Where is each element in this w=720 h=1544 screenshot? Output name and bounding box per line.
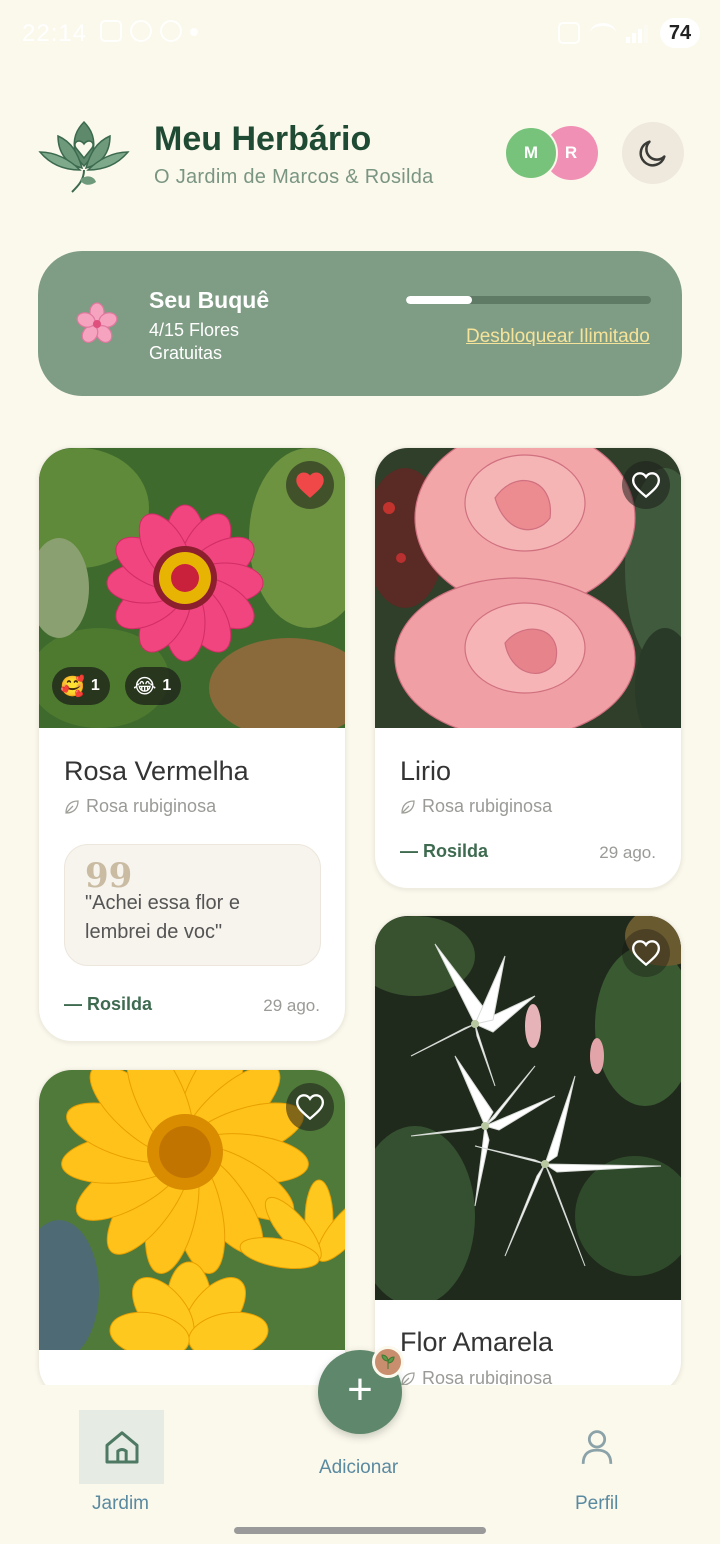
flower-date: 29 ago. bbox=[263, 996, 320, 1015]
home-icon bbox=[105, 1431, 138, 1464]
nav-home-label[interactable]: Jardim bbox=[92, 1493, 149, 1515]
heart-icon bbox=[296, 1094, 324, 1120]
reaction-count: 1 bbox=[90, 677, 100, 694]
nav-profile-label[interactable]: Perfil bbox=[575, 1493, 618, 1515]
heart-icon bbox=[632, 940, 660, 966]
reaction-emoji: 😂 bbox=[133, 675, 157, 698]
flower-card[interactable] bbox=[38, 1069, 346, 1399]
avatar-marcos[interactable]: M bbox=[504, 126, 558, 180]
plant-badge-icon bbox=[372, 1346, 404, 1378]
favorite-button[interactable] bbox=[622, 461, 670, 509]
sakura-icon bbox=[76, 302, 118, 343]
battery-indicator: 74 bbox=[660, 18, 700, 48]
person-icon[interactable] bbox=[578, 1427, 616, 1467]
heart-icon bbox=[296, 472, 324, 498]
couple-avatars[interactable]: R M bbox=[504, 126, 604, 180]
favorite-button[interactable] bbox=[622, 929, 670, 977]
reaction-chip[interactable]: 😂 1 bbox=[125, 667, 182, 705]
nav-home-button[interactable] bbox=[79, 1410, 164, 1484]
lotus-logo-icon bbox=[38, 120, 130, 193]
notification-icons bbox=[100, 20, 198, 42]
reaction-emoji: 🥰 bbox=[60, 675, 85, 698]
flower-author: — Rosilda bbox=[64, 994, 153, 1014]
status-time: 22:14 bbox=[22, 20, 88, 47]
unlock-unlimited-link[interactable]: Desbloquear Ilimitado bbox=[466, 326, 650, 348]
leaf-icon bbox=[401, 799, 415, 814]
status-bar: 22:14 74 bbox=[0, 0, 720, 68]
quote-text: "Achei essa flor e lembrei de voc" bbox=[85, 892, 240, 943]
wifi-icon bbox=[590, 23, 616, 43]
flower-name: Lirio bbox=[400, 756, 452, 786]
flower-name: Rosa Vermelha bbox=[64, 756, 249, 786]
reaction-chip[interactable]: 🥰 1 bbox=[52, 667, 110, 705]
moon-icon bbox=[639, 140, 666, 167]
dot-icon bbox=[190, 28, 198, 36]
leaf-icon bbox=[65, 799, 79, 814]
bouquet-banner: Seu Buquê 4/15 Flores Gratuitas Desbloqu… bbox=[38, 251, 682, 396]
mute-icon bbox=[558, 22, 580, 44]
quote-box: 99 "Achei essa flor e lembrei de voc" bbox=[64, 844, 321, 966]
flower-card[interactable]: Lirio Rosa rubiginosa — Rosilda 29 ago. bbox=[374, 447, 682, 889]
bouquet-title: Seu Buquê bbox=[149, 287, 270, 313]
quote-icon: 99 bbox=[85, 856, 133, 896]
app-header: Meu Herbário O Jardim de Marcos & Rosild… bbox=[0, 100, 720, 210]
reaction-count: 1 bbox=[162, 677, 172, 694]
flower-scientific-name: Rosa rubiginosa bbox=[64, 796, 216, 817]
app-subtitle: O Jardim de Marcos & Rosilda bbox=[154, 166, 434, 188]
gesture-home-indicator[interactable] bbox=[234, 1527, 486, 1534]
bouquet-progress-fill bbox=[406, 296, 473, 304]
flower-card[interactable]: Flor Amarela Rosa rubiginosa bbox=[374, 915, 682, 1395]
flower-author: — Rosilda bbox=[400, 841, 489, 861]
app-title: Meu Herbário bbox=[154, 120, 372, 158]
cloud-icon bbox=[130, 20, 152, 42]
bouquet-count: 4/15 Flores Gratuitas bbox=[149, 320, 240, 363]
nav-add-label[interactable]: Adicionar bbox=[319, 1457, 398, 1479]
whatsapp-icon bbox=[160, 20, 182, 42]
signal-icon bbox=[626, 23, 650, 43]
flower-scientific-name: Rosa rubiginosa bbox=[400, 796, 552, 817]
flower-card[interactable]: 🥰 1 😂 1 Rosa Vermelha Rosa rubiginosa 99… bbox=[38, 447, 346, 1042]
flower-date: 29 ago. bbox=[599, 843, 656, 862]
screenshot-icon bbox=[100, 20, 122, 42]
flower-name: Flor Amarela bbox=[400, 1327, 554, 1357]
favorite-button[interactable] bbox=[286, 461, 334, 509]
bouquet-progress-bar bbox=[406, 296, 651, 304]
heart-icon bbox=[632, 472, 660, 498]
system-icons: 74 bbox=[558, 18, 700, 48]
theme-toggle-button[interactable] bbox=[622, 122, 684, 184]
favorite-button[interactable] bbox=[286, 1083, 334, 1131]
